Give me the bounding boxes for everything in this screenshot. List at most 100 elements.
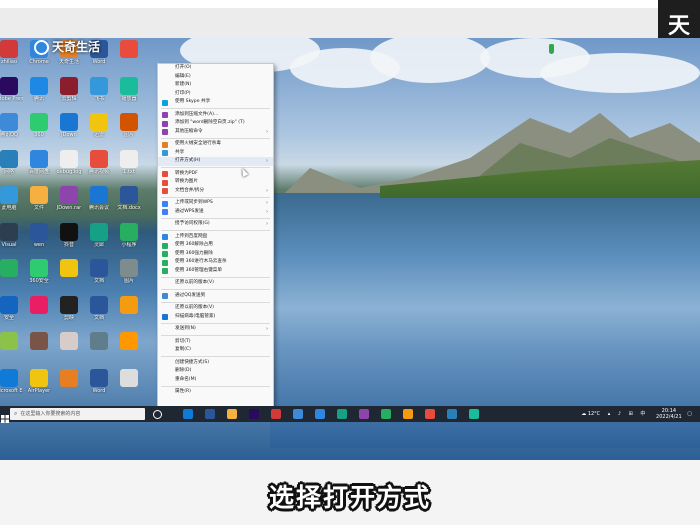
desktop-icon[interactable]: 腾讯 xyxy=(25,76,53,102)
desktop-icon[interactable]: 播放器 xyxy=(115,76,143,102)
context-menu-item[interactable]: 其他压缩命令 › xyxy=(158,128,273,137)
context-menu-item[interactable]: 编辑(E) xyxy=(158,73,273,82)
desktop-icon[interactable] xyxy=(55,332,83,351)
desktop-icon[interactable]: 迅雷 xyxy=(85,113,113,138)
taskbar-search-input[interactable]: ⌕ 在这里输入你要搜索的内容 xyxy=(10,408,145,420)
desktop-icon[interactable] xyxy=(115,368,143,388)
desktop-icon[interactable]: 百度网盘 xyxy=(25,149,53,175)
desktop-icon[interactable]: 抖音 xyxy=(55,222,83,248)
context-menu-item[interactable]: 使用 360管理右键菜单 xyxy=(158,267,273,276)
context-menu-item[interactable]: 共享 xyxy=(158,149,273,158)
desktop-icon[interactable]: AirPlayer xyxy=(25,368,53,394)
desktop-icon[interactable] xyxy=(55,368,83,388)
context-menu-item[interactable]: 通过WPS发送 › xyxy=(158,208,273,217)
desktop-icon[interactable] xyxy=(115,295,143,315)
context-menu-item[interactable]: 授予访问权限(G) › xyxy=(158,220,273,229)
desktop-icon[interactable]: 图片 xyxy=(115,259,143,284)
desktop-icon[interactable]: 文档 xyxy=(85,295,113,321)
desktop-icon[interactable]: 小程序 xyxy=(115,222,143,248)
desktop-icon[interactable]: Adobe Premiere xyxy=(0,76,23,102)
context-menu-item[interactable]: 打开方式(H) › xyxy=(158,157,273,166)
context-menu-item[interactable]: 还原以前的版本(V) xyxy=(158,279,273,288)
desktop-icon[interactable]: 安全 xyxy=(0,295,23,321)
desktop-icon[interactable]: Microsoft Edge xyxy=(0,368,23,394)
edge-icon[interactable] xyxy=(183,409,193,419)
context-menu-item[interactable]: 文档合并/拆分 › xyxy=(158,187,273,196)
desktop-icon[interactable]: Word xyxy=(85,368,113,394)
desktop-icon[interactable]: wen xyxy=(25,222,53,248)
context-menu-item[interactable]: 扫描病毒(电脑管家) xyxy=(158,313,273,322)
desktop-icon[interactable] xyxy=(85,332,113,351)
context-menu-item[interactable]: 使用 Skype 共享 xyxy=(158,98,273,107)
desktop-icon[interactable]: Visual xyxy=(0,222,23,248)
context-menu-item[interactable]: 上传或同步到WPS › xyxy=(158,199,273,208)
desktop-icon[interactable]: 腾讯视频 xyxy=(85,149,113,175)
desktop-icon[interactable]: 360安全 xyxy=(25,259,53,284)
task-view-icon[interactable] xyxy=(153,410,162,419)
desktop-icon[interactable]: 文档 xyxy=(85,259,113,284)
app-icon[interactable] xyxy=(469,409,479,419)
desktop-icon[interactable] xyxy=(0,259,23,278)
desktop-icon[interactable]: 云剪辑 xyxy=(55,76,83,102)
notification-icon[interactable]: ▢ xyxy=(687,411,692,417)
desktop-icon[interactable] xyxy=(25,332,53,351)
context-menu-item[interactable]: 复制(C) xyxy=(158,346,273,355)
context-menu-item[interactable]: 删除(D) xyxy=(158,367,273,376)
desktop-icon[interactable] xyxy=(115,40,143,59)
context-menu-item[interactable]: 上传到百度网盘 xyxy=(158,233,273,242)
context-menu-item[interactable]: 还原以前的版本(V) xyxy=(158,304,273,313)
desktop-icon[interactable]: debug.log xyxy=(55,149,83,175)
context-menu-item[interactable]: 打开(O) xyxy=(158,64,273,73)
app-icon[interactable] xyxy=(381,409,391,419)
chrome-icon[interactable] xyxy=(315,409,325,419)
desktop-icon[interactable]: 1.txt xyxy=(115,149,143,175)
weather-icon[interactable]: ☁ xyxy=(581,411,586,417)
desktop-icon[interactable]: 网络 xyxy=(0,149,23,175)
premiere-icon[interactable] xyxy=(249,409,259,419)
desktop-icon[interactable] xyxy=(0,332,23,351)
desktop-icon[interactable]: 文件 xyxy=(25,186,53,211)
context-menu-item[interactable]: 打印(P) xyxy=(158,90,273,99)
context-menu-item[interactable]: 新建(N) xyxy=(158,81,273,90)
desktop-icon[interactable]: 360 xyxy=(25,113,53,138)
context-menu-item[interactable]: 添加到压缩文件(A)... xyxy=(158,111,273,120)
context-menu-item[interactable]: 使用 360进行木马云查杀 xyxy=(158,258,273,267)
desktop-icon[interactable]: 腾讯会议 xyxy=(85,186,113,211)
context-menu-item[interactable]: 通过QQ发送到 xyxy=(158,292,273,301)
app-icon[interactable] xyxy=(425,409,435,419)
desktop-icon[interactable]: 此电脑 xyxy=(0,186,23,211)
context-menu-item[interactable]: 重命名(M) xyxy=(158,376,273,385)
context-menu-item[interactable]: 发送到(N) › xyxy=(158,325,273,334)
word-icon[interactable] xyxy=(205,409,215,419)
context-menu-item[interactable]: 转换为图片 xyxy=(158,178,273,187)
app-icon[interactable] xyxy=(337,409,347,419)
desktop-icon[interactable]: JDown xyxy=(55,113,83,138)
wps-icon[interactable] xyxy=(271,409,281,419)
context-menu-item[interactable]: 使用 360强力删除 xyxy=(158,250,273,259)
desktop-icon[interactable] xyxy=(115,332,143,351)
app-icon[interactable] xyxy=(403,409,413,419)
desktop-icon[interactable] xyxy=(25,295,53,315)
context-menu-item[interactable]: 转换为PDF xyxy=(158,170,273,179)
desktop-icon[interactable]: 腾讯QQ xyxy=(0,113,23,138)
desktop-icon[interactable]: 灵犀 xyxy=(85,222,113,248)
qq-icon[interactable] xyxy=(293,409,303,419)
app-icon[interactable] xyxy=(447,409,457,419)
context-menu-item[interactable]: 使用火绒安全进行杀毒 xyxy=(158,140,273,149)
clock[interactable]: 20:14 2022/4/21 xyxy=(656,408,682,420)
tray-icons[interactable]: ▴ ♪ ⊞ 中 xyxy=(608,411,649,417)
desktop-icon[interactable]: 飞书 xyxy=(85,76,113,102)
start-button[interactable] xyxy=(1,409,9,423)
desktop-icon[interactable] xyxy=(55,259,83,278)
desktop-icon[interactable]: JDown.rar xyxy=(55,186,83,211)
desktop-icon[interactable]: 文档.docx xyxy=(115,186,143,211)
app-icon[interactable] xyxy=(359,409,369,419)
desktop-icon[interactable]: 剪映 xyxy=(55,295,83,321)
context-menu-item[interactable]: 剪切(T) xyxy=(158,338,273,347)
context-menu-item[interactable]: 创建快捷方式(S) xyxy=(158,359,273,368)
desktop-icon[interactable]: 图片 xyxy=(115,113,143,138)
context-menu-item[interactable]: 使用 360解除占用 xyxy=(158,241,273,250)
explorer-icon[interactable] xyxy=(227,409,237,419)
desktop-icon[interactable]: zhiliao xyxy=(0,40,23,65)
context-menu-item[interactable]: 添加到 "word删除空白页.zip" (T) xyxy=(158,119,273,128)
